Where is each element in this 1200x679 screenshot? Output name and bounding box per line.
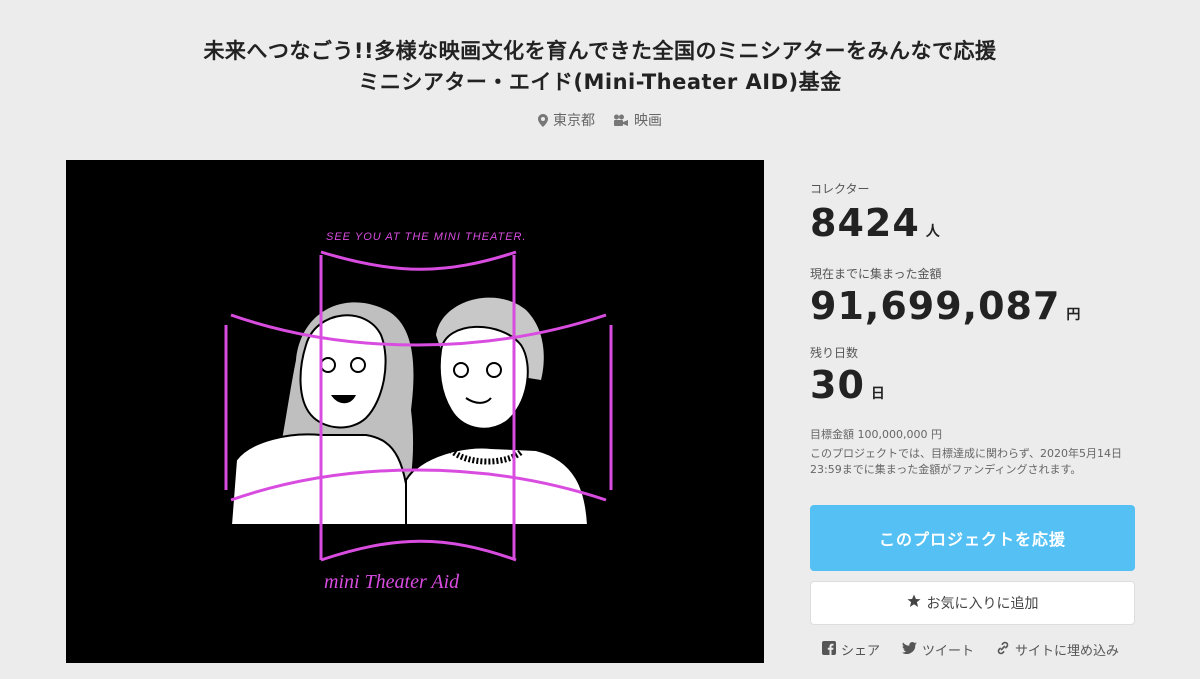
location-label: 東京都 — [553, 113, 595, 129]
title-line-1: 未来へつなごう!!多様な映画文化を育んできた全国のミニシアターをみんなで応援 — [203, 39, 997, 63]
days-value: 30 — [810, 363, 865, 407]
mini-theater-illustration: SEE YOU AT THE MINI THEATER. mini Theate… — [224, 231, 613, 593]
project-hero-image: SEE YOU AT THE MINI THEATER. mini Theate… — [66, 160, 764, 663]
tweet-button[interactable]: ツイート — [902, 640, 974, 659]
goal-amount: 目標金額 100,000,000 円 — [810, 428, 942, 441]
title-line-2: ミニシアター・エイド(Mini-Theater AID)基金 — [358, 70, 842, 94]
collectors-stat: 8424 人 — [810, 201, 1140, 245]
days-stat: 30 日 — [810, 363, 1140, 407]
days-unit: 日 — [870, 386, 885, 402]
amount-stat: 91,699,087 円 — [810, 284, 1140, 328]
facebook-icon — [822, 640, 836, 659]
share-label: シェア — [841, 644, 881, 659]
collectors-unit: 人 — [925, 224, 940, 240]
link-icon — [996, 641, 1010, 659]
art-text-top: SEE YOU AT THE MINI THEATER. — [326, 231, 527, 243]
embed-button[interactable]: サイトに埋め込み — [996, 640, 1119, 659]
location-tag[interactable]: 東京都 — [538, 110, 595, 130]
amount-value: 91,699,087 — [810, 284, 1061, 328]
embed-label: サイトに埋め込み — [1015, 644, 1120, 659]
movie-camera-icon — [613, 114, 629, 127]
amount-label: 現在までに集まった金額 — [810, 267, 942, 281]
days-label: 残り日数 — [810, 346, 859, 360]
collectors-label: コレクター — [810, 182, 870, 196]
art-text-bottom: mini Theater Aid — [324, 571, 460, 593]
funding-note: このプロジェクトでは、目標達成に関わらず、2020年5月14日23:59までに集… — [810, 447, 1122, 476]
twitter-icon — [902, 641, 918, 658]
share-actions: シェア ツイート サイトに埋め込み — [822, 640, 1119, 659]
collectors-value: 8424 — [810, 201, 920, 245]
category-label: 映画 — [634, 113, 662, 129]
favorite-label: お気に入りに追加 — [926, 596, 1039, 612]
support-project-button[interactable]: このプロジェクトを応援 — [810, 505, 1135, 571]
facebook-share-button[interactable]: シェア — [822, 640, 880, 659]
tweet-label: ツイート — [922, 644, 975, 659]
amount-unit: 円 — [1066, 307, 1081, 323]
category-tag[interactable]: 映画 — [613, 110, 662, 130]
stats-panel: コレクター 8424 人 現在までに集まった金額 91,699,087 円 残り… — [810, 180, 1140, 478]
project-meta: 東京都 映画 — [0, 110, 1200, 130]
location-pin-icon — [538, 113, 548, 127]
project-title: 未来へつなごう!!多様な映画文化を育んできた全国のミニシアターをみんなで応援 ミ… — [0, 36, 1200, 98]
star-icon — [907, 594, 921, 612]
add-favorite-button[interactable]: お気に入りに追加 — [810, 581, 1135, 625]
